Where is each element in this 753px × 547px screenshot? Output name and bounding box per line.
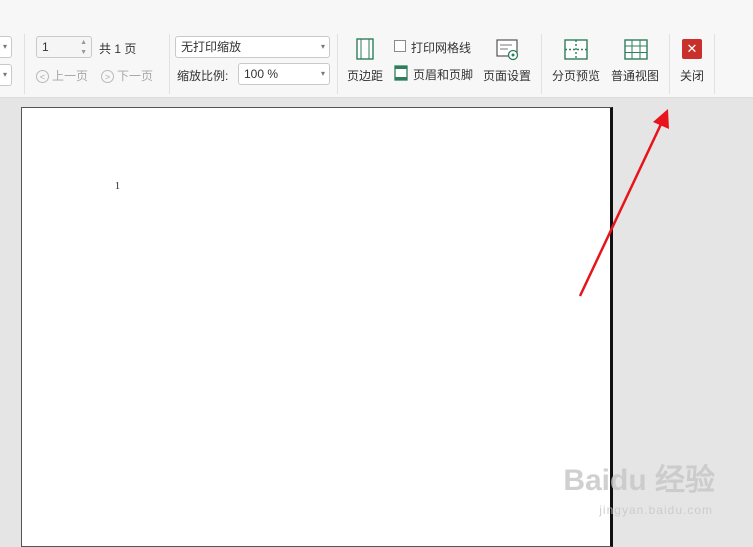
zoom-label: 缩放比例: (177, 69, 229, 83)
zoom-value: 100 % (244, 67, 279, 81)
page-setup-button[interactable]: 页面设置 (480, 36, 536, 86)
normal-view-button[interactable]: 普通视图 (608, 36, 664, 86)
page-number-input[interactable]: 1 ▲ ▼ (36, 36, 92, 58)
preview-page: 1 (21, 107, 613, 547)
print-gridlines-option[interactable]: 打印网格线 (394, 39, 474, 55)
prev-page-button[interactable]: < 上一页 (36, 67, 88, 84)
page-number-text: 1 (115, 181, 120, 192)
left-arrow-icon: < (36, 70, 49, 84)
left-dropdown-1[interactable]: ▾ (0, 36, 12, 58)
print-gridlines-checkbox[interactable] (394, 40, 406, 52)
page-break-preview-label: 分页预览 (552, 69, 601, 83)
separator (24, 34, 25, 94)
close-label: 关闭 (680, 69, 705, 83)
spinner-down-icon[interactable]: ▼ (80, 43, 87, 63)
header-footer-label: 页眉和页脚 (413, 68, 474, 82)
baidu-watermark-url: jingyan.baidu.com (599, 503, 713, 517)
print-gridlines-label: 打印网格线 (411, 41, 472, 55)
page-setup-label: 页面设置 (483, 69, 532, 83)
chevron-down-icon: ▾ (2, 70, 7, 79)
scale-mode-value: 无打印缩放 (181, 40, 242, 54)
scale-mode-select[interactable]: 无打印缩放 ▾ (175, 36, 330, 58)
close-preview-button[interactable]: ✕ 关闭 (674, 36, 712, 86)
normal-view-icon (624, 39, 648, 60)
separator (669, 34, 670, 94)
separator (714, 34, 715, 94)
next-page-button[interactable]: > 下一页 (101, 67, 153, 84)
margins-button[interactable]: 页边距 (343, 36, 385, 86)
page-number-value: 1 (42, 40, 49, 54)
chevron-down-icon: ▾ (320, 69, 325, 78)
baidu-watermark: Baidu 经验 (563, 464, 715, 497)
close-icon: ✕ (682, 39, 702, 59)
zoom-select[interactable]: 100 % ▾ (238, 63, 330, 85)
prev-page-label: 上一页 (52, 69, 89, 83)
page-break-preview-icon (564, 39, 588, 60)
separator (337, 34, 338, 94)
next-page-label: 下一页 (117, 69, 154, 83)
print-preview-toolbar: ▾ ▾ 1 ▲ ▼ 共 1 页 < 上一页 > 下一页 无打印缩放 ▾ 缩放比例: … (0, 0, 753, 98)
page-break-preview-button[interactable]: 分页预览 (548, 36, 604, 86)
separator (541, 34, 542, 94)
separator (169, 34, 170, 94)
header-footer-button[interactable]: 页眉和页脚 (394, 65, 476, 82)
page-setup-icon (496, 39, 519, 61)
chevron-down-icon: ▾ (320, 42, 325, 51)
normal-view-label: 普通视图 (611, 69, 660, 83)
right-arrow-icon: > (101, 70, 114, 84)
margins-icon (356, 38, 374, 60)
left-dropdown-2[interactable]: ▾ (0, 64, 12, 86)
margins-label: 页边距 (347, 69, 384, 83)
chevron-down-icon: ▾ (2, 42, 7, 51)
total-pages-label: 共 1 页 (99, 42, 137, 56)
header-footer-icon (394, 65, 408, 81)
